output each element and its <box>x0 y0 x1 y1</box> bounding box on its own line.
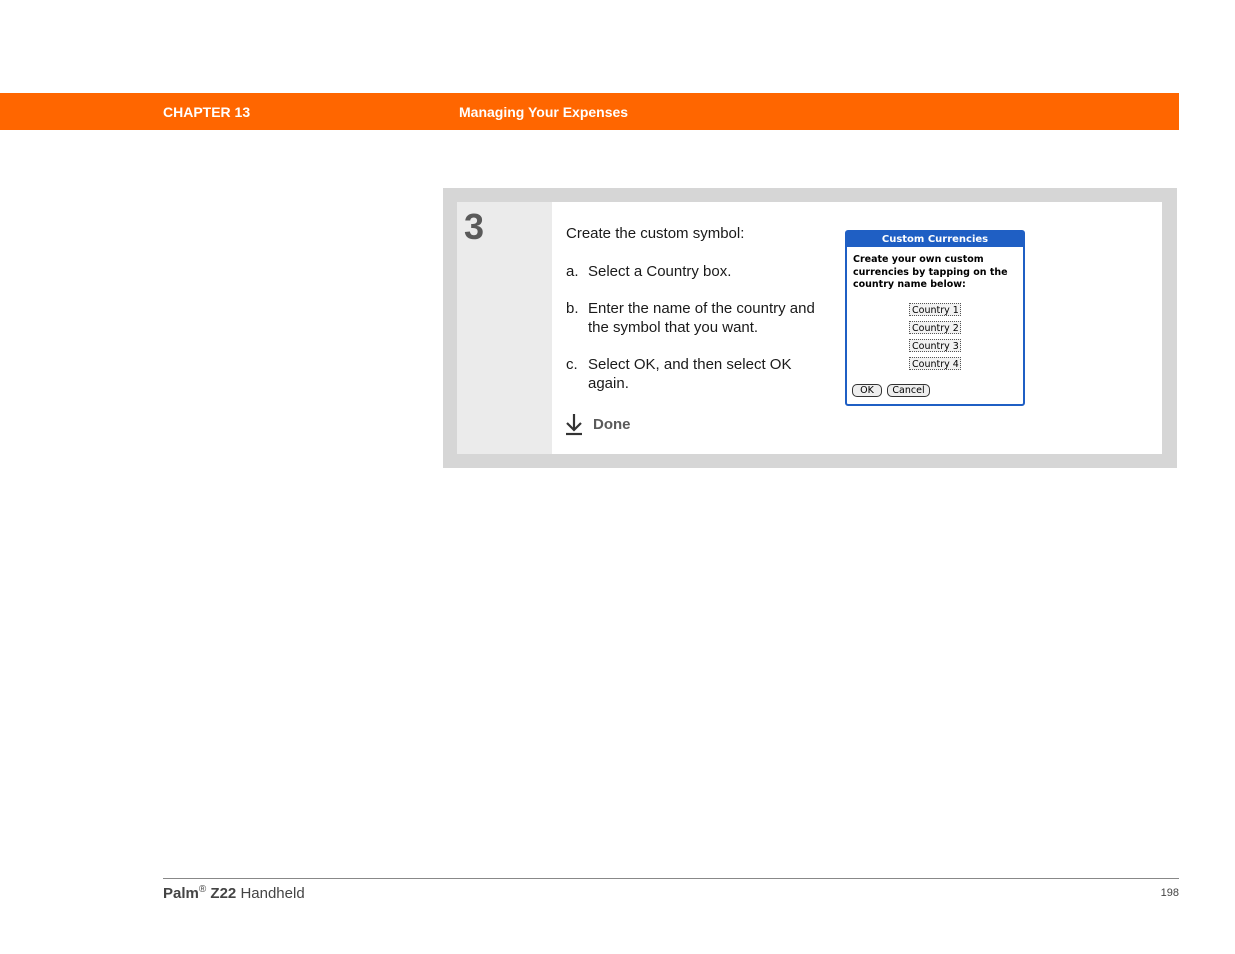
ok-button[interactable]: OK <box>852 384 882 397</box>
dialog-message: Create your own custom currencies by tap… <box>853 254 1008 290</box>
down-arrow-icon <box>566 414 582 436</box>
country-1-button[interactable]: Country 1 <box>909 303 961 316</box>
list-item: Enter the name of the country and the sy… <box>588 300 815 336</box>
list-item: Select a Country box. <box>588 263 732 280</box>
country-3-button[interactable]: Country 3 <box>909 339 961 352</box>
registered-mark: ® <box>198 884 207 895</box>
country-4-button[interactable]: Country 4 <box>909 357 961 370</box>
chapter-title: Managing Your Expenses <box>459 104 629 120</box>
chapter-label: CHAPTER 13 <box>163 104 251 120</box>
step-intro: Create the custom symbol: <box>566 225 745 242</box>
footer-brand: Palm <box>163 885 199 902</box>
list-marker: b. <box>566 300 579 317</box>
done-label: Done <box>593 416 631 433</box>
list-item: Select OK, and then select OK again. <box>588 356 792 392</box>
step-number: 3 <box>464 206 485 247</box>
list-marker: a. <box>566 263 579 280</box>
footer-product-name: Handheld <box>240 885 305 902</box>
country-2-button[interactable]: Country 2 <box>909 321 961 334</box>
footer-model: Z22 <box>210 885 237 902</box>
dialog-title: Custom Currencies <box>847 232 1023 247</box>
cancel-button[interactable]: Cancel <box>887 384 930 397</box>
list-marker: c. <box>566 356 578 373</box>
page-number: 198 <box>1160 887 1179 899</box>
footer-rule <box>163 878 1179 879</box>
custom-currencies-dialog: Custom Currencies Create your own custom… <box>845 230 1025 406</box>
footer-product: Palm® Z22 Handheld <box>163 884 305 902</box>
